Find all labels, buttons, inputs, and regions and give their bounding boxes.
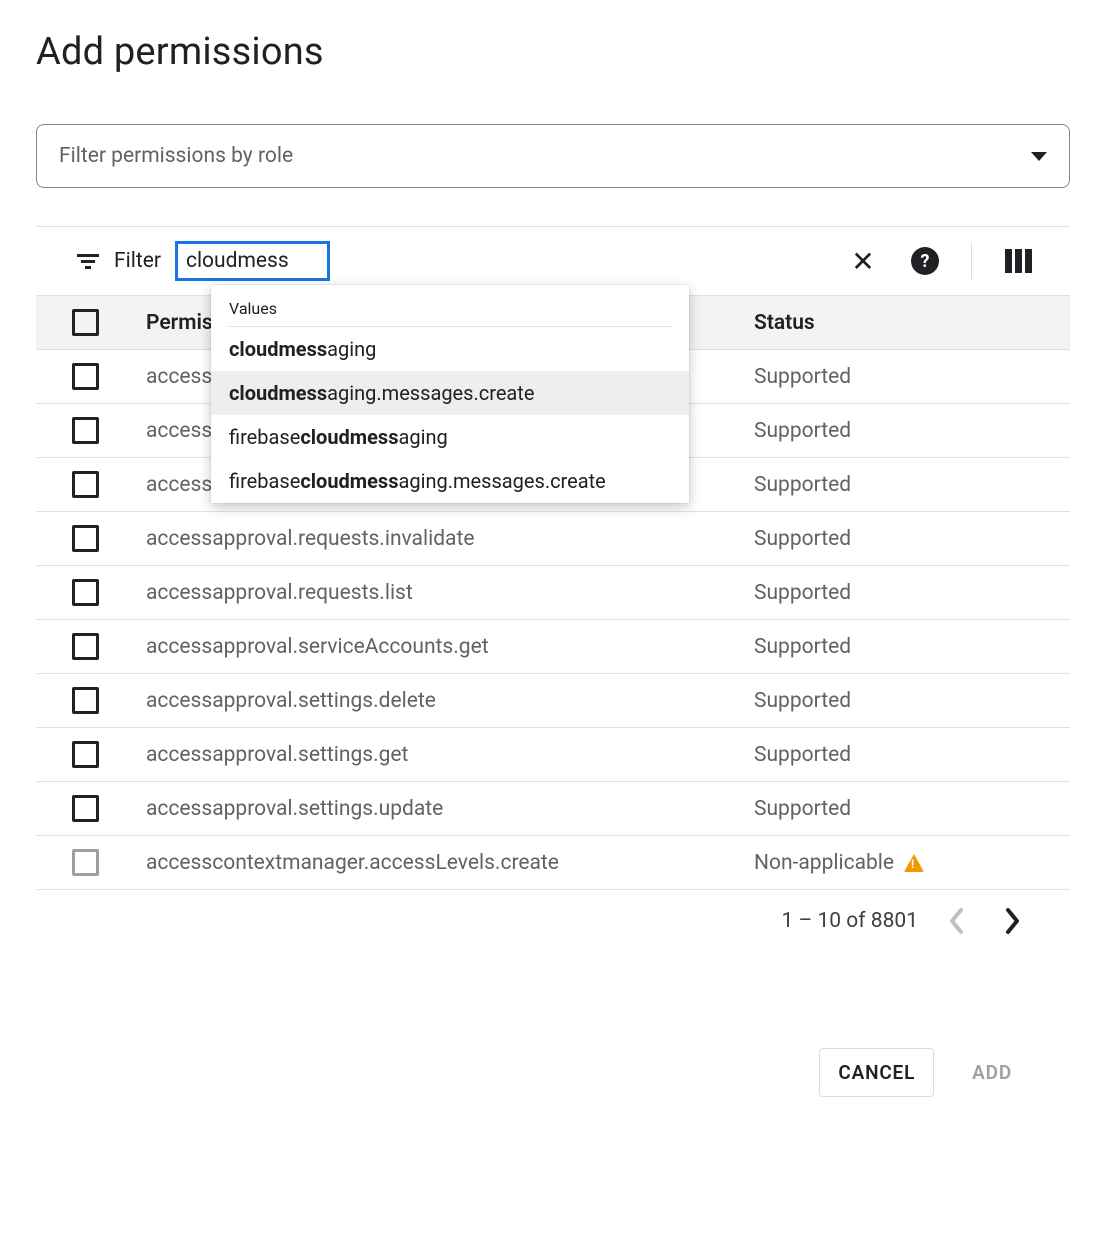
status-cell: Non-applicable xyxy=(754,851,1054,875)
select-all-checkbox[interactable] xyxy=(72,309,99,336)
role-filter-select[interactable]: Filter permissions by role xyxy=(36,124,1070,188)
clear-filter-button[interactable]: ✕ xyxy=(847,245,879,277)
help-button[interactable]: ? xyxy=(909,245,941,277)
permission-cell: accesscontextmanager.accessLevels.create xyxy=(146,851,754,875)
table-row: accessapproval.settings.deleteSupported xyxy=(36,674,1070,728)
suggestion-item[interactable]: cloudmessaging xyxy=(211,327,689,371)
status-cell: Supported xyxy=(754,743,1054,767)
add-button[interactable]: ADD xyxy=(954,1048,1030,1097)
table-row: accessapproval.requests.listSupported xyxy=(36,566,1070,620)
table-row: accessapproval.settings.updateSupported xyxy=(36,782,1070,836)
status-cell: Supported xyxy=(754,797,1054,821)
dropdown-header: Values xyxy=(229,299,671,327)
filter-input[interactable] xyxy=(175,241,330,281)
role-filter-placeholder: Filter permissions by role xyxy=(59,144,293,168)
help-icon: ? xyxy=(911,247,939,275)
prev-page-button[interactable] xyxy=(940,904,974,938)
chevron-left-icon xyxy=(948,907,966,935)
divider xyxy=(971,243,972,279)
status-cell: Supported xyxy=(754,635,1054,659)
table-row: accessapproval.serviceAccounts.getSuppor… xyxy=(36,620,1070,674)
row-checkbox[interactable] xyxy=(72,525,99,552)
row-checkbox[interactable] xyxy=(72,795,99,822)
row-checkbox[interactable] xyxy=(72,849,99,876)
table-row: accesscontextmanager.accessLevels.create… xyxy=(36,836,1070,890)
page-title: Add permissions xyxy=(36,30,1070,74)
dialog-footer: CANCEL ADD xyxy=(36,1048,1070,1097)
row-checkbox[interactable] xyxy=(72,687,99,714)
suggestion-item[interactable]: cloudmessaging.messages.create xyxy=(211,371,689,415)
permission-cell: accessapproval.settings.get xyxy=(146,743,754,767)
pagination-text: 1 – 10 of 8801 xyxy=(781,909,918,933)
filter-bar: Filter ✕ ? Values cloudmessagingcloudmes… xyxy=(36,227,1070,295)
next-page-button[interactable] xyxy=(996,904,1030,938)
cancel-button[interactable]: CANCEL xyxy=(819,1048,934,1097)
pagination: 1 – 10 of 8801 xyxy=(36,890,1070,938)
caret-down-icon xyxy=(1031,152,1047,161)
columns-icon xyxy=(1005,249,1032,273)
status-cell: Supported xyxy=(754,473,1054,497)
row-checkbox[interactable] xyxy=(72,579,99,606)
col-header-status: Status xyxy=(754,311,1054,335)
status-cell: Supported xyxy=(754,527,1054,551)
row-checkbox[interactable] xyxy=(72,363,99,390)
suggestion-item[interactable]: firebasecloudmessaging.messages.create xyxy=(211,459,689,503)
row-checkbox[interactable] xyxy=(72,417,99,444)
permission-cell: accessapproval.settings.update xyxy=(146,797,754,821)
row-checkbox[interactable] xyxy=(72,741,99,768)
permission-cell: accessapproval.requests.list xyxy=(146,581,754,605)
filter-icon xyxy=(76,254,100,269)
close-icon: ✕ xyxy=(851,245,874,278)
status-cell: Supported xyxy=(754,365,1054,389)
row-checkbox[interactable] xyxy=(72,633,99,660)
status-cell: Supported xyxy=(754,419,1054,443)
row-checkbox[interactable] xyxy=(72,471,99,498)
filter-suggestions-dropdown: Values cloudmessagingcloudmessaging.mess… xyxy=(211,285,689,503)
chevron-right-icon xyxy=(1004,907,1022,935)
table-row: accessapproval.requests.invalidateSuppor… xyxy=(36,512,1070,566)
permission-cell: accessapproval.requests.invalidate xyxy=(146,527,754,551)
warning-icon xyxy=(904,854,924,872)
permission-cell: accessapproval.serviceAccounts.get xyxy=(146,635,754,659)
table-row: accessapproval.settings.getSupported xyxy=(36,728,1070,782)
suggestion-item[interactable]: firebasecloudmessaging xyxy=(211,415,689,459)
status-cell: Supported xyxy=(754,689,1054,713)
status-cell: Supported xyxy=(754,581,1054,605)
permission-cell: accessapproval.settings.delete xyxy=(146,689,754,713)
filter-label: Filter xyxy=(114,249,161,273)
columns-button[interactable] xyxy=(1002,245,1034,277)
